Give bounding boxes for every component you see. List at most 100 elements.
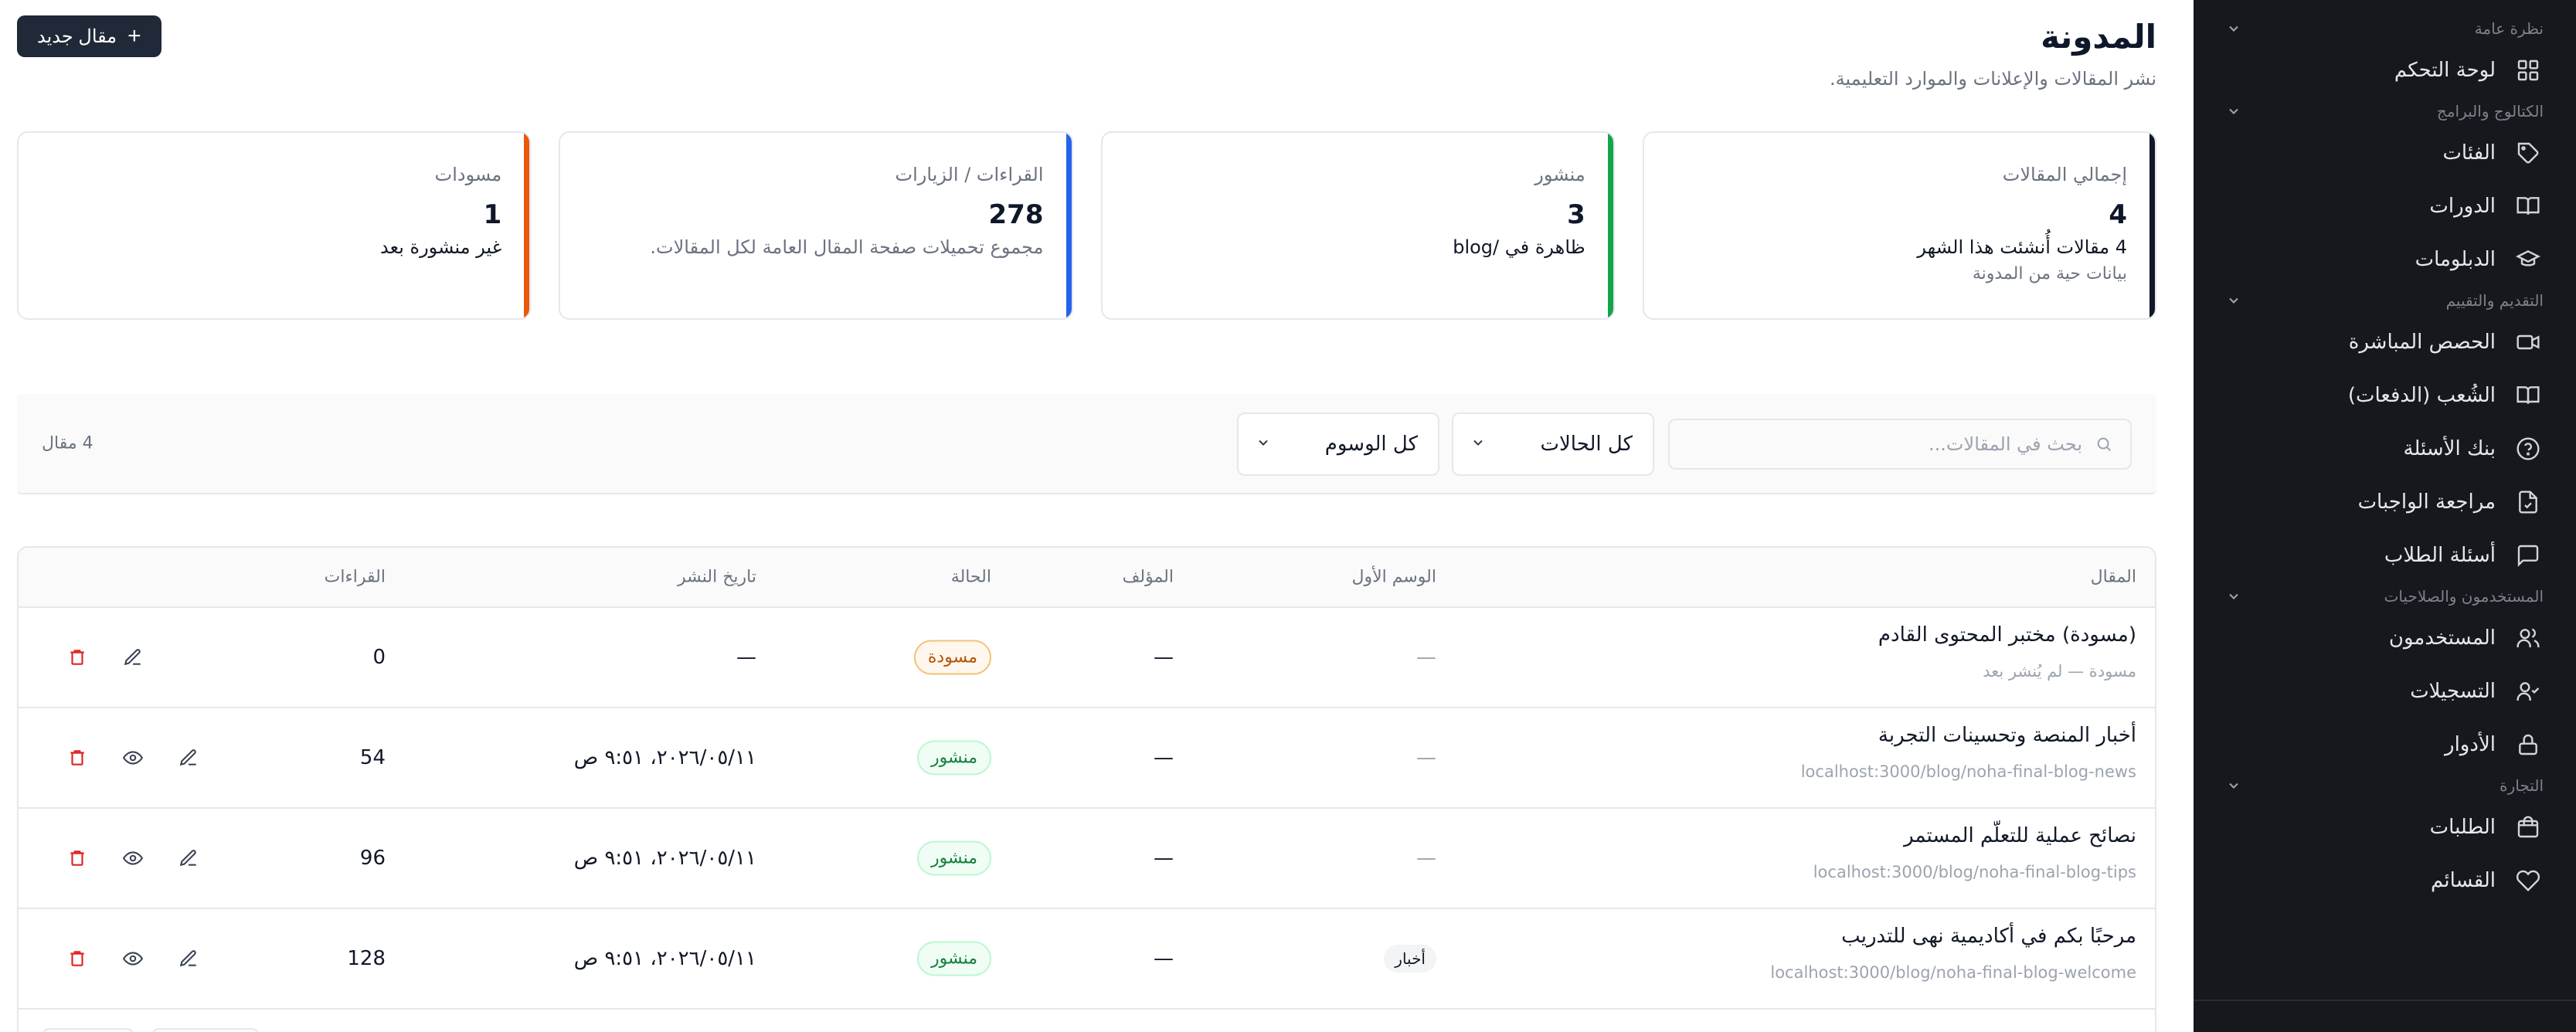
chevron-down-icon — [1470, 433, 1486, 456]
article-url[interactable]: localhost:3000/blog/noha-final-blog-news — [1801, 762, 2136, 781]
pagination-next-button[interactable] — [151, 1028, 260, 1032]
plus-icon: + — [127, 23, 141, 49]
sidebar-group-overview[interactable]: نظرة عامة — [2194, 14, 2576, 43]
users-icon — [2513, 623, 2544, 653]
search-box[interactable] — [1668, 419, 2132, 470]
table-row[interactable]: نصائح عملية للتعلّم المستمر localhost:30… — [19, 809, 2155, 909]
lock-icon — [2513, 729, 2544, 760]
article-title[interactable]: مرحبًا بكم في أكاديمية نهى للتدريب — [1770, 925, 2136, 948]
th-first-tag[interactable]: الوسم الأول — [1351, 568, 1436, 587]
sidebar-item-label: الحصص المباشرة — [2348, 330, 2496, 354]
stat-desc: 4 مقالات أُنشئت هذا الشهر — [1917, 236, 2127, 258]
sidebar-item-enrollments[interactable]: التسجيلات — [2194, 664, 2576, 718]
article-url[interactable]: localhost:3000/blog/noha-final-blog-welc… — [1770, 963, 2136, 982]
article-title[interactable]: (مسودة) مختبر المحتوى القادم — [1878, 623, 2136, 647]
first-tag: أخبار — [1384, 945, 1436, 973]
sidebar-item-diplomas[interactable]: الدبلومات — [2194, 233, 2576, 286]
sidebar-item-question-bank[interactable]: بنك الأسئلة — [2194, 422, 2576, 475]
page-header: المدونة نشر المقالات والإعلانات والموارد… — [1830, 15, 2156, 90]
status-badge: مسودة — [913, 640, 991, 675]
th-publish-date[interactable]: تاريخ النشر — [678, 568, 756, 587]
sidebar-group-title: المستخدمون والصلاحيات — [2384, 587, 2544, 606]
sidebar-item-categories[interactable]: الفئات — [2194, 126, 2576, 179]
trash-icon[interactable] — [62, 943, 93, 974]
table-row[interactable]: مرحبًا بكم في أكاديمية نهى للتدريب local… — [19, 909, 2155, 1010]
publish-date: ٢٠٢٦/٠٥/١١، ٩:٥١ ص — [573, 746, 756, 769]
table-row[interactable]: أخبار المنصة وتحسينات التجربة localhost:… — [19, 708, 2155, 809]
sidebar-item-dashboard[interactable]: لوحة التحكم — [2194, 43, 2576, 97]
trash-icon[interactable] — [62, 742, 93, 773]
sidebar-item-courses[interactable]: الدورات — [2194, 179, 2576, 233]
sidebar-group-commerce[interactable]: التجارة — [2194, 771, 2576, 800]
sidebar-group-delivery[interactable]: التقديم والتقييم — [2194, 286, 2576, 315]
author: — — [1154, 947, 1174, 970]
stat-desc: غير منشورة بعد — [380, 236, 502, 258]
table-row[interactable]: (مسودة) مختبر المحتوى القادم مسودة — لم … — [19, 608, 2155, 708]
tags-select[interactable]: كل الوسوم — [1237, 412, 1439, 476]
new-article-button[interactable]: + مقال جديد — [17, 15, 161, 57]
sidebar-group-title: نظرة عامة — [2474, 19, 2544, 38]
th-author[interactable]: المؤلف — [1123, 568, 1174, 587]
trash-icon[interactable] — [62, 843, 93, 874]
eye-icon[interactable] — [117, 943, 148, 974]
search-input[interactable] — [1696, 433, 2082, 455]
article-cell: نصائح عملية للتعلّم المستمر localhost:30… — [1813, 824, 2136, 881]
sidebar-group-catalog[interactable]: الكتالوج والبرامج — [2194, 97, 2576, 126]
sidebar-item-live-sessions[interactable]: الحصص المباشرة — [2194, 315, 2576, 368]
th-reads[interactable]: القراءات — [325, 568, 386, 587]
sidebar-item-users[interactable]: المستخدمون — [2194, 611, 2576, 664]
author: — — [1154, 847, 1174, 870]
heart-icon — [2513, 865, 2544, 896]
article-cell: (مسودة) مختبر المحتوى القادم مسودة — لم … — [1878, 623, 2136, 681]
sidebar-divider — [2194, 1000, 2576, 1001]
book-icon — [2513, 191, 2544, 222]
article-title[interactable]: نصائح عملية للتعلّم المستمر — [1813, 824, 2136, 847]
author: — — [1154, 646, 1174, 669]
edit-icon[interactable] — [173, 943, 204, 974]
stat-card-published: منشور 3 ظاهرة في /blog — [1100, 131, 1615, 320]
sidebar-item-orders[interactable]: الطلبات — [2194, 800, 2576, 854]
eye-icon[interactable] — [117, 843, 148, 874]
status-badge: منشور — [916, 840, 991, 876]
chevron-down-icon[interactable] — [2224, 776, 2243, 795]
sidebar-group-users[interactable]: المستخدمون والصلاحيات — [2194, 582, 2576, 611]
sidebar-item-assignment-review[interactable]: مراجعة الواجبات — [2194, 475, 2576, 528]
stat-card-reads: القراءات / الزيارات 278 مجموع تحميلات صف… — [559, 131, 1073, 320]
first-tag: — — [1416, 847, 1436, 870]
author: — — [1154, 746, 1174, 769]
stat-label: القراءات / الزيارات — [895, 164, 1044, 185]
stat-desc: ظاهرة في /blog — [1453, 236, 1585, 258]
chevron-down-icon[interactable] — [2224, 102, 2243, 121]
pagination-prev-button[interactable] — [42, 1028, 134, 1032]
article-cell: مرحبًا بكم في أكاديمية نهى للتدريب local… — [1770, 925, 2136, 982]
chevron-down-icon[interactable] — [2224, 587, 2243, 606]
sidebar-item-label: الشُعب (الدفعات) — [2347, 383, 2496, 407]
sidebar-item-label: الدبلومات — [2415, 247, 2496, 271]
chevron-down-icon — [1256, 433, 1271, 456]
sidebar-item-roles[interactable]: الأدوار — [2194, 718, 2576, 771]
status-select[interactable]: كل الحالات — [1452, 412, 1654, 476]
sidebar-group-title: التجارة — [2500, 776, 2544, 795]
stat-accent-bar — [1607, 133, 1613, 318]
main-content: المدونة نشر المقالات والإعلانات والموارد… — [0, 0, 2194, 1032]
edit-icon[interactable] — [173, 742, 204, 773]
sidebar-item-label: أسئلة الطلاب — [2384, 543, 2496, 567]
sidebar-item-student-questions[interactable]: أسئلة الطلاب — [2194, 528, 2576, 582]
article-title[interactable]: أخبار المنصة وتحسينات التجربة — [1801, 724, 2136, 747]
sidebar-item-cohorts[interactable]: الشُعب (الدفعات) — [2194, 368, 2576, 422]
sidebar-item-label: المستخدمون — [2388, 626, 2496, 650]
stat-card-drafts: مسودات 1 غير منشورة بعد — [17, 131, 532, 320]
eye-icon[interactable] — [117, 742, 148, 773]
chevron-down-icon[interactable] — [2224, 291, 2243, 310]
article-url[interactable]: localhost:3000/blog/noha-final-blog-tips — [1813, 863, 2136, 881]
tag-icon — [2513, 137, 2544, 168]
sidebar-item-label: الطلبات — [2429, 815, 2496, 839]
stats-row: إجمالي المقالات 4 4 مقالات أُنشئت هذا ال… — [17, 131, 2156, 320]
th-status[interactable]: الحالة — [951, 568, 991, 587]
trash-icon[interactable] — [62, 642, 93, 673]
chevron-down-icon[interactable] — [2224, 19, 2243, 38]
edit-icon[interactable] — [173, 843, 204, 874]
edit-icon[interactable] — [117, 642, 148, 673]
sidebar-item-coupons[interactable]: القسائم — [2194, 854, 2576, 907]
th-article[interactable]: المقال — [2091, 568, 2136, 587]
